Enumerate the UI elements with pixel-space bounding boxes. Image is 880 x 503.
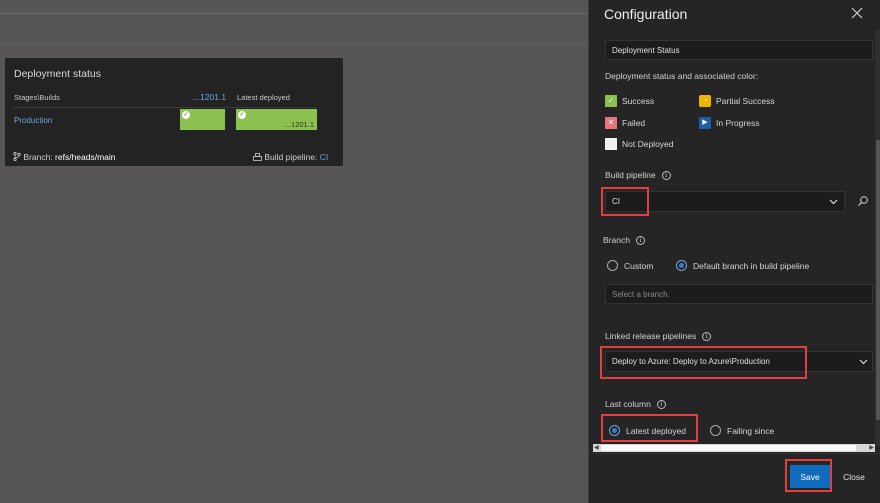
column-header-latest: Latest deployed	[237, 93, 290, 102]
legend-failed: ✕ Failed	[605, 117, 645, 129]
header-divider	[0, 44, 590, 45]
highlight-linked-release	[600, 346, 807, 379]
header-divider	[13, 107, 317, 108]
highlight-build-pipeline	[601, 187, 649, 216]
widget-title: Deployment status	[14, 68, 101, 80]
vertical-scrollbar[interactable]	[875, 30, 880, 446]
radio-selected-icon	[676, 260, 687, 271]
build-pipeline-icon	[253, 153, 262, 161]
branch-section-label: Branch i	[603, 235, 645, 246]
info-icon: i	[656, 400, 666, 410]
last-column-label: Last column i	[605, 399, 666, 410]
linked-release-label: Linked release pipelines i	[605, 331, 712, 342]
info-icon: i	[635, 236, 645, 246]
stage-production-link[interactable]: Production	[14, 116, 52, 125]
success-check-icon: ✓	[182, 111, 190, 119]
branch-option-default[interactable]: Default branch in build pipeline	[676, 260, 809, 271]
status-color-heading: Deployment status and associated color:	[605, 71, 759, 81]
legend-partial-success: ◔ Partial Success	[699, 95, 775, 107]
info-icon: i	[702, 332, 712, 342]
pipeline-info: Build pipeline: CI	[253, 152, 328, 162]
radio-icon	[607, 260, 618, 271]
branch-select-input[interactable]: Select a branch.	[605, 284, 873, 304]
search-icon[interactable]	[857, 195, 869, 207]
build-status-tile[interactable]: ✓	[180, 109, 225, 130]
info-icon: i	[661, 171, 671, 181]
branch-value: refs/heads/main	[55, 152, 116, 162]
footer-divider	[589, 453, 880, 454]
legend-in-progress: ▶ In Progress	[699, 117, 759, 129]
scroll-left-icon: ◀	[594, 445, 599, 451]
column-header-build[interactable]: ...1201.1	[193, 92, 226, 102]
pipeline-label: Build pipeline:	[264, 152, 318, 162]
blank-swatch	[605, 138, 617, 150]
scroll-right-icon: ▶	[869, 445, 874, 451]
deployment-status-widget[interactable]: Deployment status Stages\Builds ...1201.…	[5, 58, 343, 166]
column-header-stages: Stages\Builds	[14, 93, 60, 102]
chevron-down-icon	[829, 199, 838, 205]
widget-name-input[interactable]: Deployment Status	[605, 40, 873, 60]
last-option-failing-since[interactable]: Failing since	[710, 425, 774, 436]
top-bar	[0, 0, 590, 14]
legend-success: ✓ Success	[605, 95, 654, 107]
latest-deployed-tile[interactable]: ✓ ...1201.1	[236, 109, 317, 130]
tile-build-label: ...1201.1	[284, 120, 314, 129]
build-pipeline-label: Build pipeline i	[605, 170, 671, 181]
close-button[interactable]: Close	[839, 465, 869, 488]
branch-option-custom[interactable]: Custom	[607, 260, 653, 271]
branch-info: Branch: refs/heads/main	[13, 151, 116, 162]
panel-title: Configuration	[604, 6, 688, 22]
check-icon: ✓	[605, 95, 617, 107]
horizontal-scrollbar[interactable]: ◀ ▶	[593, 444, 875, 452]
close-icon[interactable]	[849, 5, 865, 21]
radio-icon	[710, 425, 721, 436]
success-check-icon: ✓	[238, 111, 246, 119]
chevron-down-icon	[859, 359, 868, 365]
highlight-last-column	[601, 414, 698, 442]
warning-icon: ◔	[699, 95, 711, 107]
configuration-panel: Configuration Deployment Status Deployme…	[588, 0, 880, 503]
play-icon: ▶	[699, 117, 711, 129]
pipeline-link[interactable]: CI	[320, 152, 329, 162]
branch-icon	[13, 151, 21, 162]
x-icon: ✕	[605, 117, 617, 129]
branch-label: Branch:	[23, 152, 53, 162]
highlight-save	[785, 459, 832, 492]
legend-not-deployed: Not Deployed	[605, 138, 674, 150]
